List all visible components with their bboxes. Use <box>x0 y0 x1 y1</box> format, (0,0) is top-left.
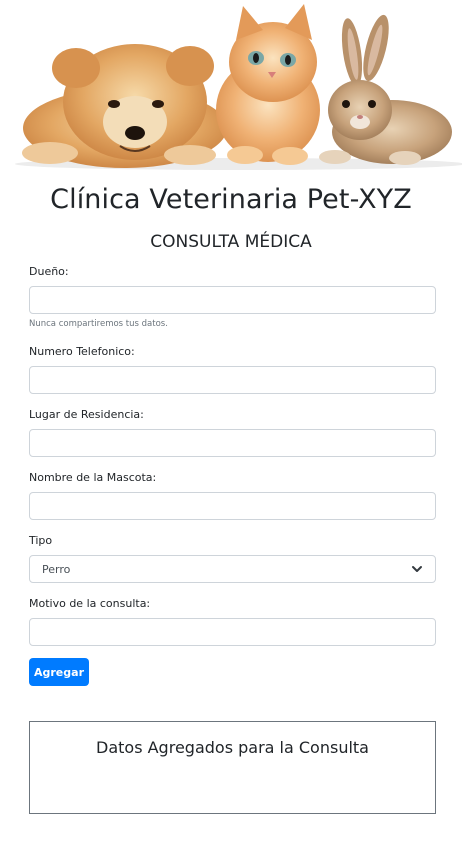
residence-label: Lugar de Residencia: <box>29 408 144 421</box>
add-button[interactable]: Agregar <box>29 658 89 686</box>
page-title: Clínica Veterinaria Pet-XYZ <box>50 184 412 215</box>
pet-name-input[interactable] <box>29 492 436 520</box>
phone-input[interactable] <box>29 366 436 394</box>
page-subtitle: CONSULTA MÉDICA <box>150 232 312 252</box>
residence-input[interactable] <box>29 429 436 457</box>
phone-label: Numero Telefonico: <box>29 345 135 358</box>
reason-input[interactable] <box>29 618 436 646</box>
pets-illustration <box>15 4 462 170</box>
owner-help-text: Nunca compartiremos tus datos. <box>29 319 168 329</box>
chevron-down-icon <box>412 566 422 572</box>
results-title: Datos Agregados para la Consulta <box>96 738 369 757</box>
pet-name-label: Nombre de la Mascota: <box>29 471 157 484</box>
reason-label: Motivo de la consulta: <box>29 597 151 610</box>
pet-type-select[interactable]: Perro <box>29 555 436 583</box>
pet-type-selected: Perro <box>42 562 71 576</box>
results-panel: Datos Agregados para la Consulta <box>29 721 436 814</box>
pets-banner-image <box>0 0 462 172</box>
type-label: Tipo <box>29 534 53 547</box>
owner-label: Dueño: <box>29 265 69 278</box>
owner-input[interactable] <box>29 286 436 314</box>
